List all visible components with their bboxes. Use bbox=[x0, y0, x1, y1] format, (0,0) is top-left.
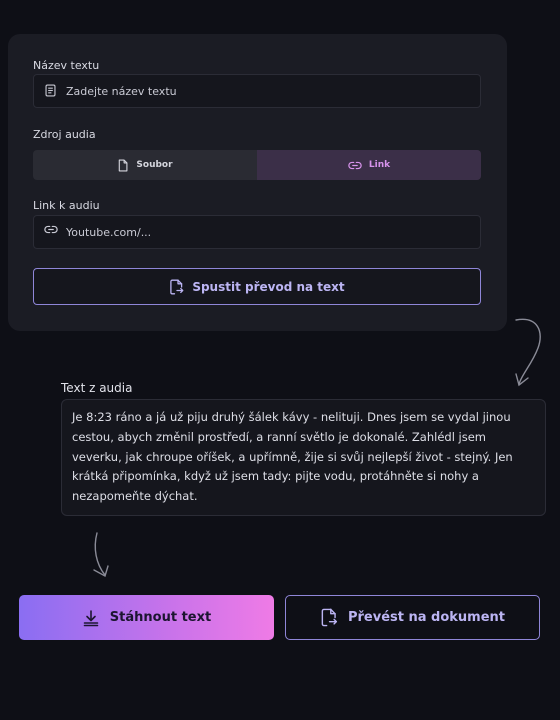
file-convert-icon bbox=[169, 279, 184, 295]
title-field[interactable] bbox=[33, 74, 481, 108]
download-text-button[interactable]: Stáhnout text bbox=[19, 595, 274, 640]
convert-to-text-button[interactable]: Spustit převod na text bbox=[33, 268, 481, 305]
convert-to-document-label: Převést na dokument bbox=[347, 610, 506, 625]
transcription-form-card: Název textu Zdroj audia Soubor bbox=[8, 34, 507, 331]
download-text-label: Stáhnout text bbox=[109, 610, 212, 625]
link-field-label: Link k audiu bbox=[33, 199, 100, 212]
title-field-label: Název textu bbox=[33, 59, 100, 72]
curved-arrow-down-icon bbox=[93, 532, 109, 578]
output-label: Text z audia bbox=[61, 381, 133, 395]
document-lines-icon bbox=[44, 84, 58, 98]
download-icon bbox=[82, 609, 100, 627]
source-label: Zdroj audia bbox=[33, 128, 96, 141]
source-option-link[interactable]: Link bbox=[257, 150, 481, 180]
file-icon bbox=[117, 159, 129, 172]
source-option-file[interactable]: Soubor bbox=[33, 150, 257, 180]
source-toggle: Soubor Link bbox=[33, 150, 481, 180]
output-text-area[interactable]: Je 8:23 ráno a já už piju druhý šálek ká… bbox=[61, 399, 546, 516]
link-input[interactable] bbox=[66, 225, 446, 239]
link-icon bbox=[348, 161, 362, 170]
convert-to-text-label: Spustit převod na text bbox=[192, 279, 345, 294]
source-option-link-label: Link bbox=[368, 160, 391, 170]
link-icon bbox=[44, 225, 58, 239]
link-field[interactable] bbox=[33, 215, 481, 249]
convert-to-document-button[interactable]: Převést na dokument bbox=[285, 595, 540, 640]
curved-arrow-down-icon bbox=[515, 318, 541, 387]
file-convert-icon bbox=[320, 608, 338, 627]
title-input[interactable] bbox=[66, 84, 446, 98]
source-option-file-label: Soubor bbox=[136, 160, 173, 170]
